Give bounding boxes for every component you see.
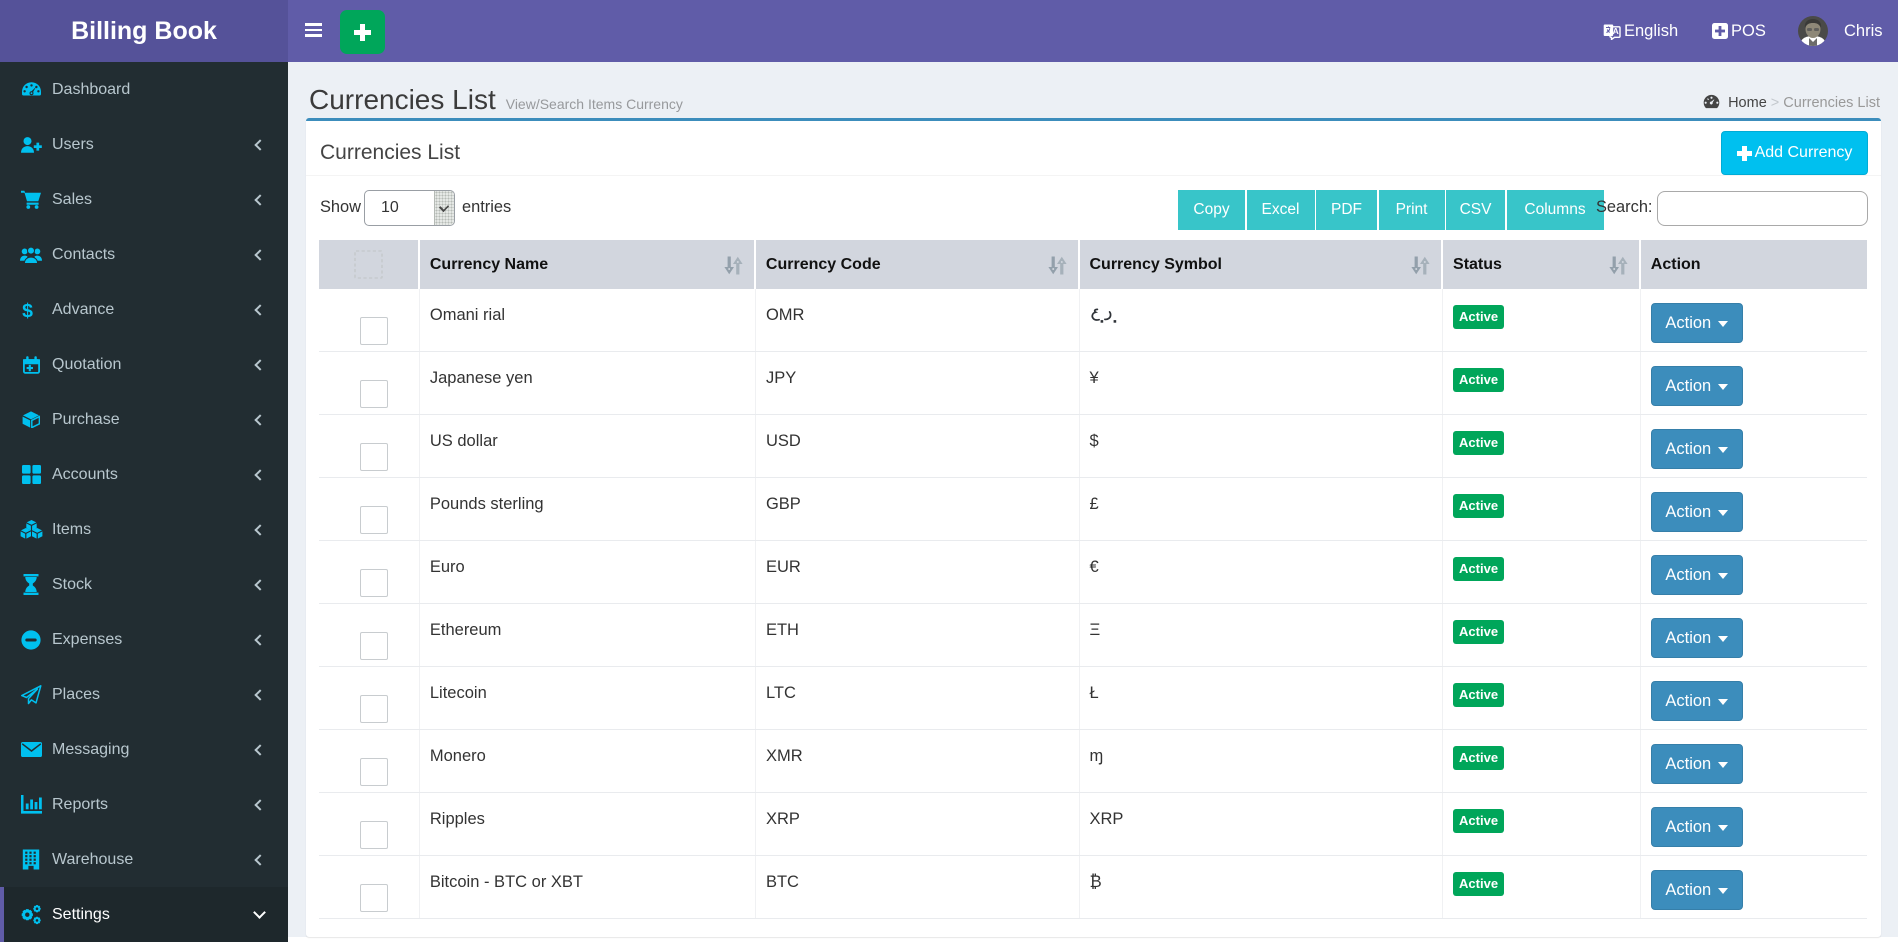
- svg-text:A: A: [1613, 26, 1619, 36]
- svg-text:$: $: [22, 300, 33, 320]
